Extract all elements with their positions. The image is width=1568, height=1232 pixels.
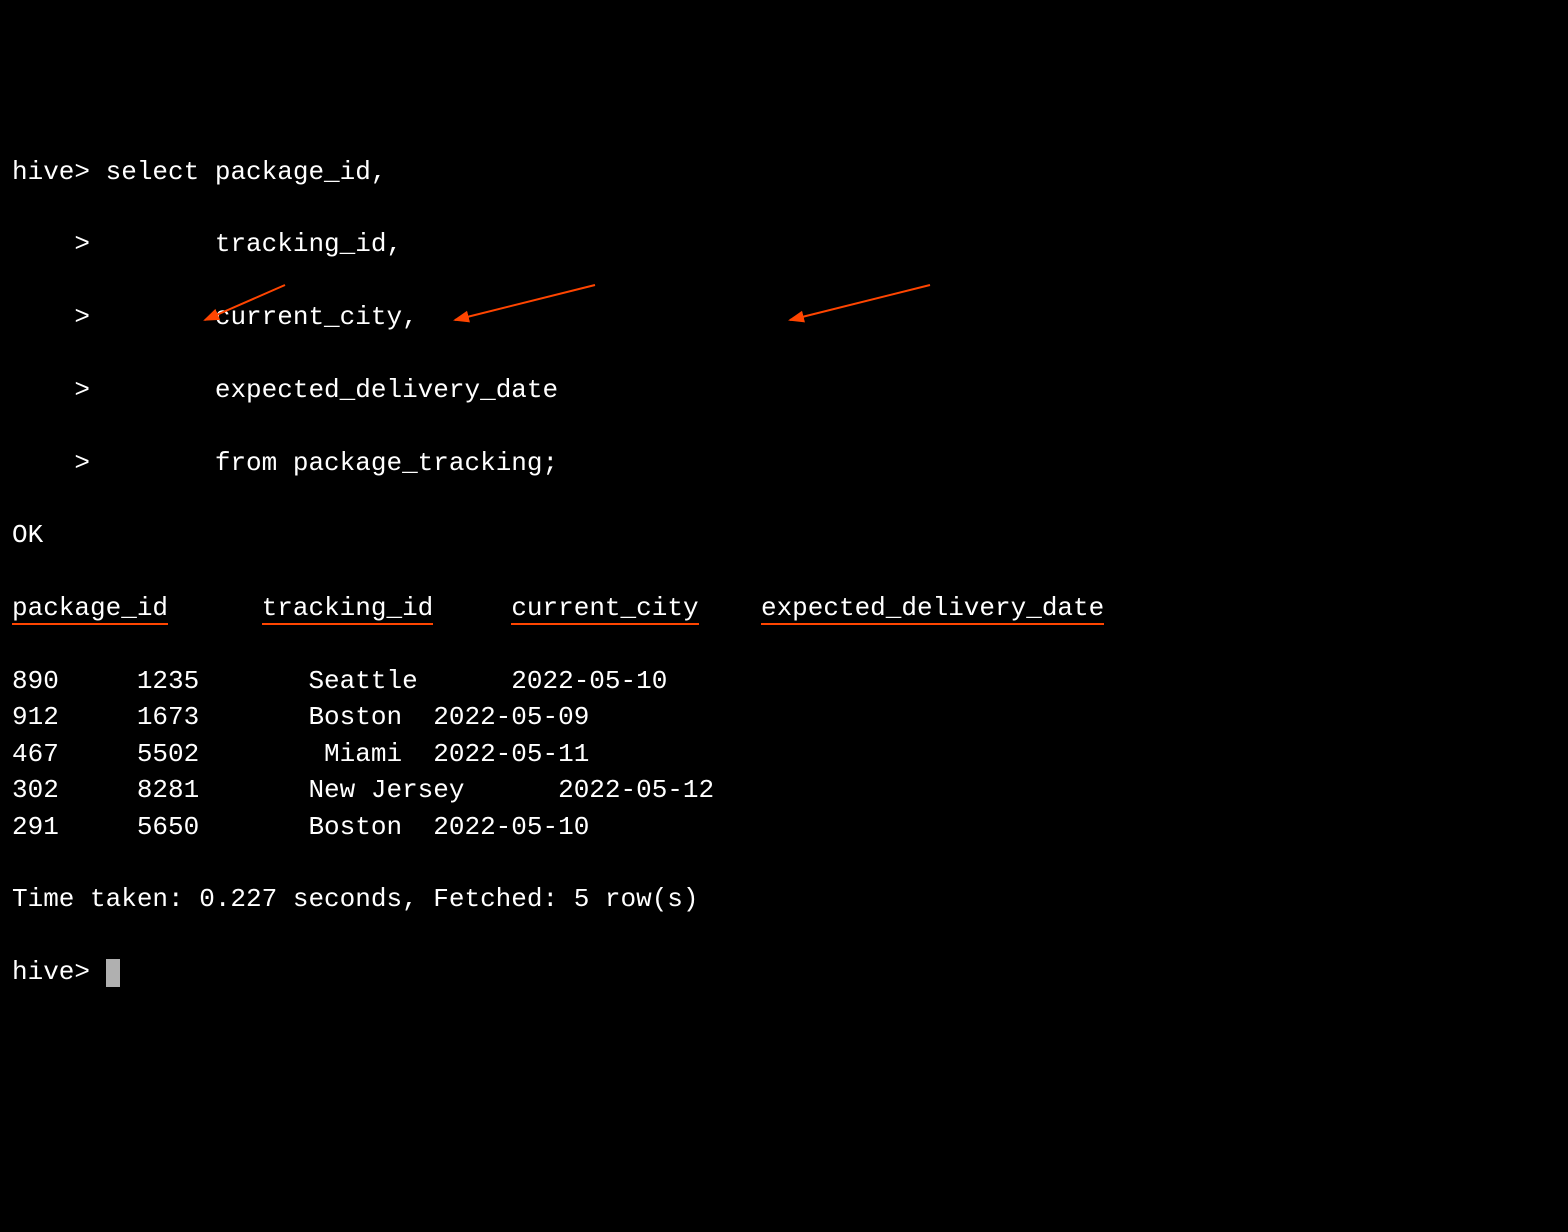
prompt: hive> — [12, 157, 90, 187]
query-line-5: > from package_tracking; — [12, 445, 1556, 481]
table-row: 912 1673 Boston 2022-05-09 — [12, 699, 1556, 735]
cursor[interactable] — [106, 959, 120, 987]
final-prompt-line: hive> — [12, 954, 1556, 990]
table-row: 302 8281 New Jersey 2022-05-12 — [12, 772, 1556, 808]
prompt: hive> — [12, 957, 90, 987]
query-line-2: > tracking_id, — [12, 226, 1556, 262]
query-line-3: > current_city, — [12, 299, 1556, 335]
ok-status: OK — [12, 517, 1556, 553]
result-header-row: package_id tracking_id current_city expe… — [12, 590, 1556, 626]
table-row: 467 5502 Miami 2022-05-11 — [12, 736, 1556, 772]
table-row: 890 1235 Seattle 2022-05-10 — [12, 663, 1556, 699]
continuation-prompt: > — [12, 302, 90, 332]
continuation-prompt: > — [12, 375, 90, 405]
header-expected-delivery: expected_delivery_date — [761, 593, 1104, 625]
query-line-4: > expected_delivery_date — [12, 372, 1556, 408]
header-current-city: current_city — [511, 593, 698, 625]
header-tracking-id: tracking_id — [262, 593, 434, 625]
query-line-1: hive> select package_id, — [12, 154, 1556, 190]
query-text: expected_delivery_date — [106, 375, 558, 405]
query-text: tracking_id, — [106, 229, 402, 259]
continuation-prompt: > — [12, 229, 90, 259]
query-text: current_city, — [106, 302, 418, 332]
query-text: select package_id, — [106, 157, 387, 187]
continuation-prompt: > — [12, 448, 90, 478]
header-package-id: package_id — [12, 593, 168, 625]
query-text: from package_tracking; — [106, 448, 558, 478]
footer-time-taken: Time taken: 0.227 seconds, Fetched: 5 ro… — [12, 881, 1556, 917]
table-row: 291 5650 Boston 2022-05-10 — [12, 809, 1556, 845]
